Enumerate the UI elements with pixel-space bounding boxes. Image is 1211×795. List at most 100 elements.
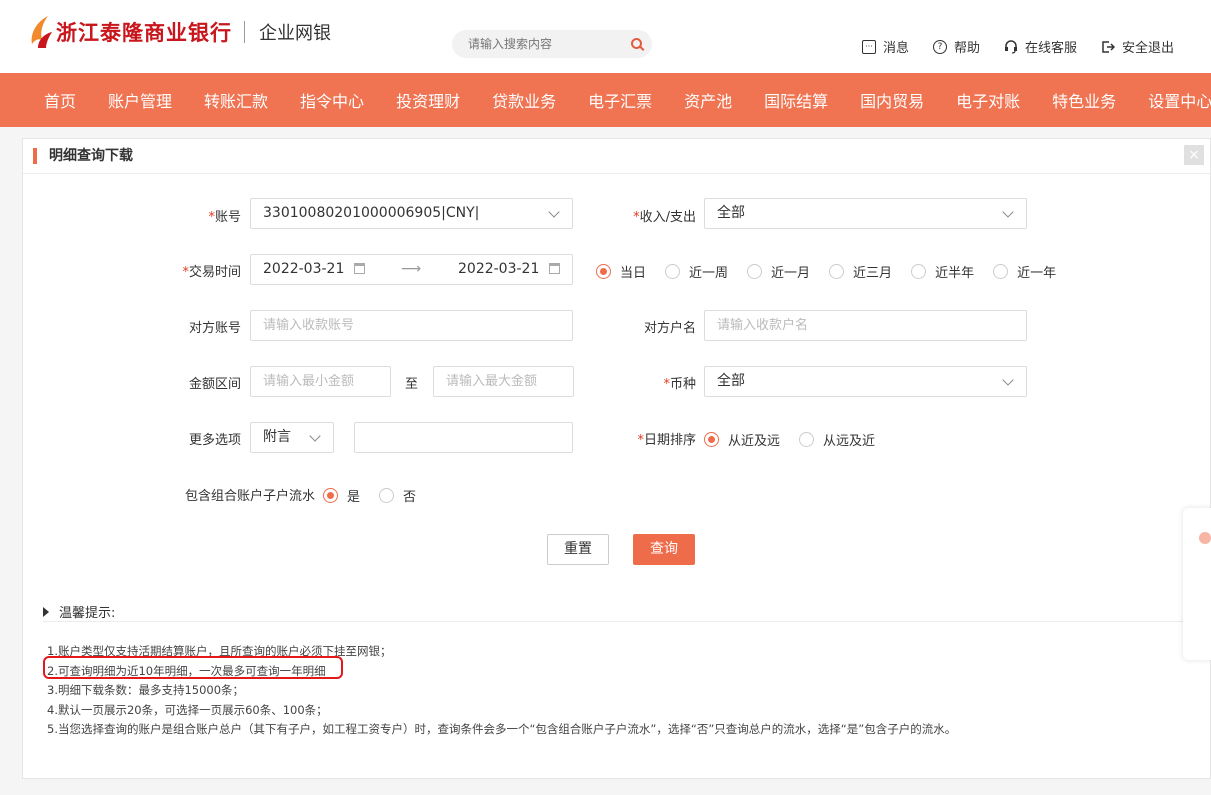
- sort-radio-group: 从近及远 从远及近: [704, 430, 894, 449]
- radio-checked-icon: [596, 264, 611, 279]
- close-button[interactable]: ×: [1184, 145, 1204, 165]
- sub-account-radio-yes[interactable]: 是: [323, 486, 360, 505]
- headset-icon: [1004, 39, 1018, 54]
- account-label: *账号: [208, 210, 241, 225]
- nav-item-investment[interactable]: 投资理财: [380, 88, 476, 112]
- help-link[interactable]: ? 帮助: [933, 37, 980, 56]
- tips-title: 温馨提示:: [59, 606, 116, 621]
- nav-item-e-bill[interactable]: 电子汇票: [572, 88, 668, 112]
- account-select[interactable]: 33010080201000006905|CNY|: [250, 198, 573, 229]
- period-radio-halfyear[interactable]: 近半年: [911, 262, 974, 281]
- radio-icon: [911, 264, 927, 279]
- bank-logo-mark-icon: [28, 14, 54, 50]
- nav-item-e-reconcile[interactable]: 电子对账: [940, 88, 1036, 112]
- account-value: 33010080201000006905|CNY|: [263, 205, 480, 221]
- amount-label: 金额区间: [188, 377, 241, 392]
- search-input[interactable]: [452, 30, 622, 58]
- sub-account-label: 包含组合账户子户流水: [184, 489, 315, 504]
- period-radio-month[interactable]: 近一月: [747, 262, 810, 281]
- radio-icon: [993, 264, 1009, 279]
- chevron-down-icon: [1002, 206, 1014, 218]
- nav-item-domestic-trade[interactable]: 国内贸易: [844, 88, 940, 112]
- calendar-icon: [549, 263, 561, 274]
- period-radio-year[interactable]: 近一年: [993, 262, 1056, 281]
- currency-select[interactable]: 全部: [704, 366, 1027, 397]
- main-nav: 首页 账户管理 转账汇款 指令中心 投资理财 贷款业务 电子汇票 资产池 国际结…: [0, 73, 1211, 127]
- inout-label: *收入/支出: [633, 210, 696, 225]
- counter-account-input[interactable]: 请输入收款账号: [250, 310, 573, 341]
- nav-item-account[interactable]: 账户管理: [92, 88, 188, 112]
- calendar-icon: [354, 263, 366, 274]
- portal-name: 企业网银: [259, 23, 331, 44]
- tip-line: 4.默认一页展示20条，可选择一页展示60条、100条；: [47, 702, 328, 717]
- counter-name-label: 对方户名: [643, 321, 696, 336]
- caret-right-icon: [43, 606, 49, 617]
- bank-name: 浙江泰隆商业银行: [56, 21, 232, 45]
- nav-item-transfer[interactable]: 转账汇款: [188, 88, 284, 112]
- sort-radio-desc[interactable]: 从近及远: [704, 430, 780, 449]
- panel-title: 明细查询下载: [33, 148, 133, 164]
- radio-icon: [747, 264, 763, 279]
- bank-logo[interactable]: 浙江泰隆商业银行 企业网银: [28, 14, 331, 50]
- period-radio-week[interactable]: 近一周: [665, 262, 728, 281]
- tip-line: 3.明细下载条数：最多支持15000条；: [47, 683, 245, 697]
- message-link[interactable]: ··· 消息: [862, 37, 909, 56]
- logo-divider: [244, 21, 245, 43]
- date-arrow: ⟶: [401, 261, 422, 277]
- message-label: 消息: [883, 41, 910, 56]
- radio-icon: [379, 488, 395, 503]
- counter-name-placeholder: 请输入收款户名: [717, 318, 809, 333]
- currency-label: *币种: [663, 377, 696, 392]
- message-icon: ···: [862, 39, 876, 54]
- period-radio-group: 当日 近一周 近一月 近三月 近半年 近一年: [596, 262, 1075, 281]
- sub-account-radio-group: 是 否: [323, 486, 435, 505]
- radio-icon: [829, 264, 845, 279]
- sort-radio-asc[interactable]: 从远及近: [799, 430, 875, 449]
- amount-to-label: 至: [405, 377, 419, 392]
- search-icon[interactable]: [631, 38, 642, 49]
- period-radio-3months[interactable]: 近三月: [829, 262, 892, 281]
- sort-label: *日期排序: [637, 433, 696, 448]
- nav-item-asset-pool[interactable]: 资产池: [668, 88, 748, 112]
- panel-header: 明细查询下载 ×: [23, 139, 1210, 174]
- amount-min-input[interactable]: 请输入最小金额: [250, 366, 391, 397]
- top-actions: ··· 消息 ? 帮助 在线客服 安全退出: [862, 37, 1198, 56]
- chevron-down-icon: [309, 430, 321, 442]
- reset-button[interactable]: 重置: [547, 534, 609, 565]
- date-to[interactable]: 2022-03-21: [458, 261, 539, 277]
- more-options-select[interactable]: 附言: [250, 422, 334, 453]
- nav-item-special[interactable]: 特色业务: [1036, 88, 1132, 112]
- search-box: [452, 30, 652, 58]
- nav-item-intl-settlement[interactable]: 国际结算: [748, 88, 844, 112]
- tip-highlight-annotation: [43, 656, 343, 679]
- date-range-picker[interactable]: 2022-03-21 ⟶ 2022-03-21: [250, 254, 573, 285]
- online-service-label: 在线客服: [1025, 41, 1078, 56]
- radio-checked-icon: [323, 488, 338, 503]
- more-options-value: 附言: [263, 429, 291, 445]
- radio-icon: [665, 264, 681, 279]
- amount-max-input[interactable]: 请输入最大金额: [433, 366, 574, 397]
- nav-item-instruction[interactable]: 指令中心: [284, 88, 380, 112]
- more-options-label: 更多选项: [188, 433, 241, 448]
- amount-min-placeholder: 请输入最小金额: [263, 374, 355, 389]
- more-options-input[interactable]: [354, 422, 573, 453]
- sub-account-radio-no[interactable]: 否: [379, 486, 416, 505]
- nav-item-home[interactable]: 首页: [28, 88, 92, 112]
- online-service-link[interactable]: 在线客服: [1004, 37, 1077, 56]
- query-button[interactable]: 查询: [633, 534, 695, 565]
- side-floating-widget[interactable]: [1183, 508, 1211, 660]
- tips-toggle[interactable]: 温馨提示:: [43, 602, 115, 621]
- time-label: *交易时间: [182, 265, 241, 280]
- tip-line: 5.当您选择查询的账户是组合账户总户（其下有子户，如工程工资专户）时，查询条件会…: [47, 722, 957, 736]
- counter-name-input[interactable]: 请输入收款户名: [704, 310, 1027, 341]
- logout-icon: [1101, 40, 1116, 54]
- inout-select[interactable]: 全部: [704, 198, 1027, 229]
- period-radio-today[interactable]: 当日: [596, 262, 646, 281]
- nav-item-settings[interactable]: 设置中心: [1132, 88, 1211, 112]
- counter-account-label: 对方账号: [188, 321, 241, 336]
- date-from[interactable]: 2022-03-21: [263, 261, 344, 277]
- nav-item-loan[interactable]: 贷款业务: [476, 88, 572, 112]
- detail-query-panel: 明细查询下载 × *账号 33010080201000006905|CNY| *…: [22, 138, 1211, 779]
- logout-link[interactable]: 安全退出: [1101, 37, 1174, 56]
- tips-divider: [43, 621, 1193, 622]
